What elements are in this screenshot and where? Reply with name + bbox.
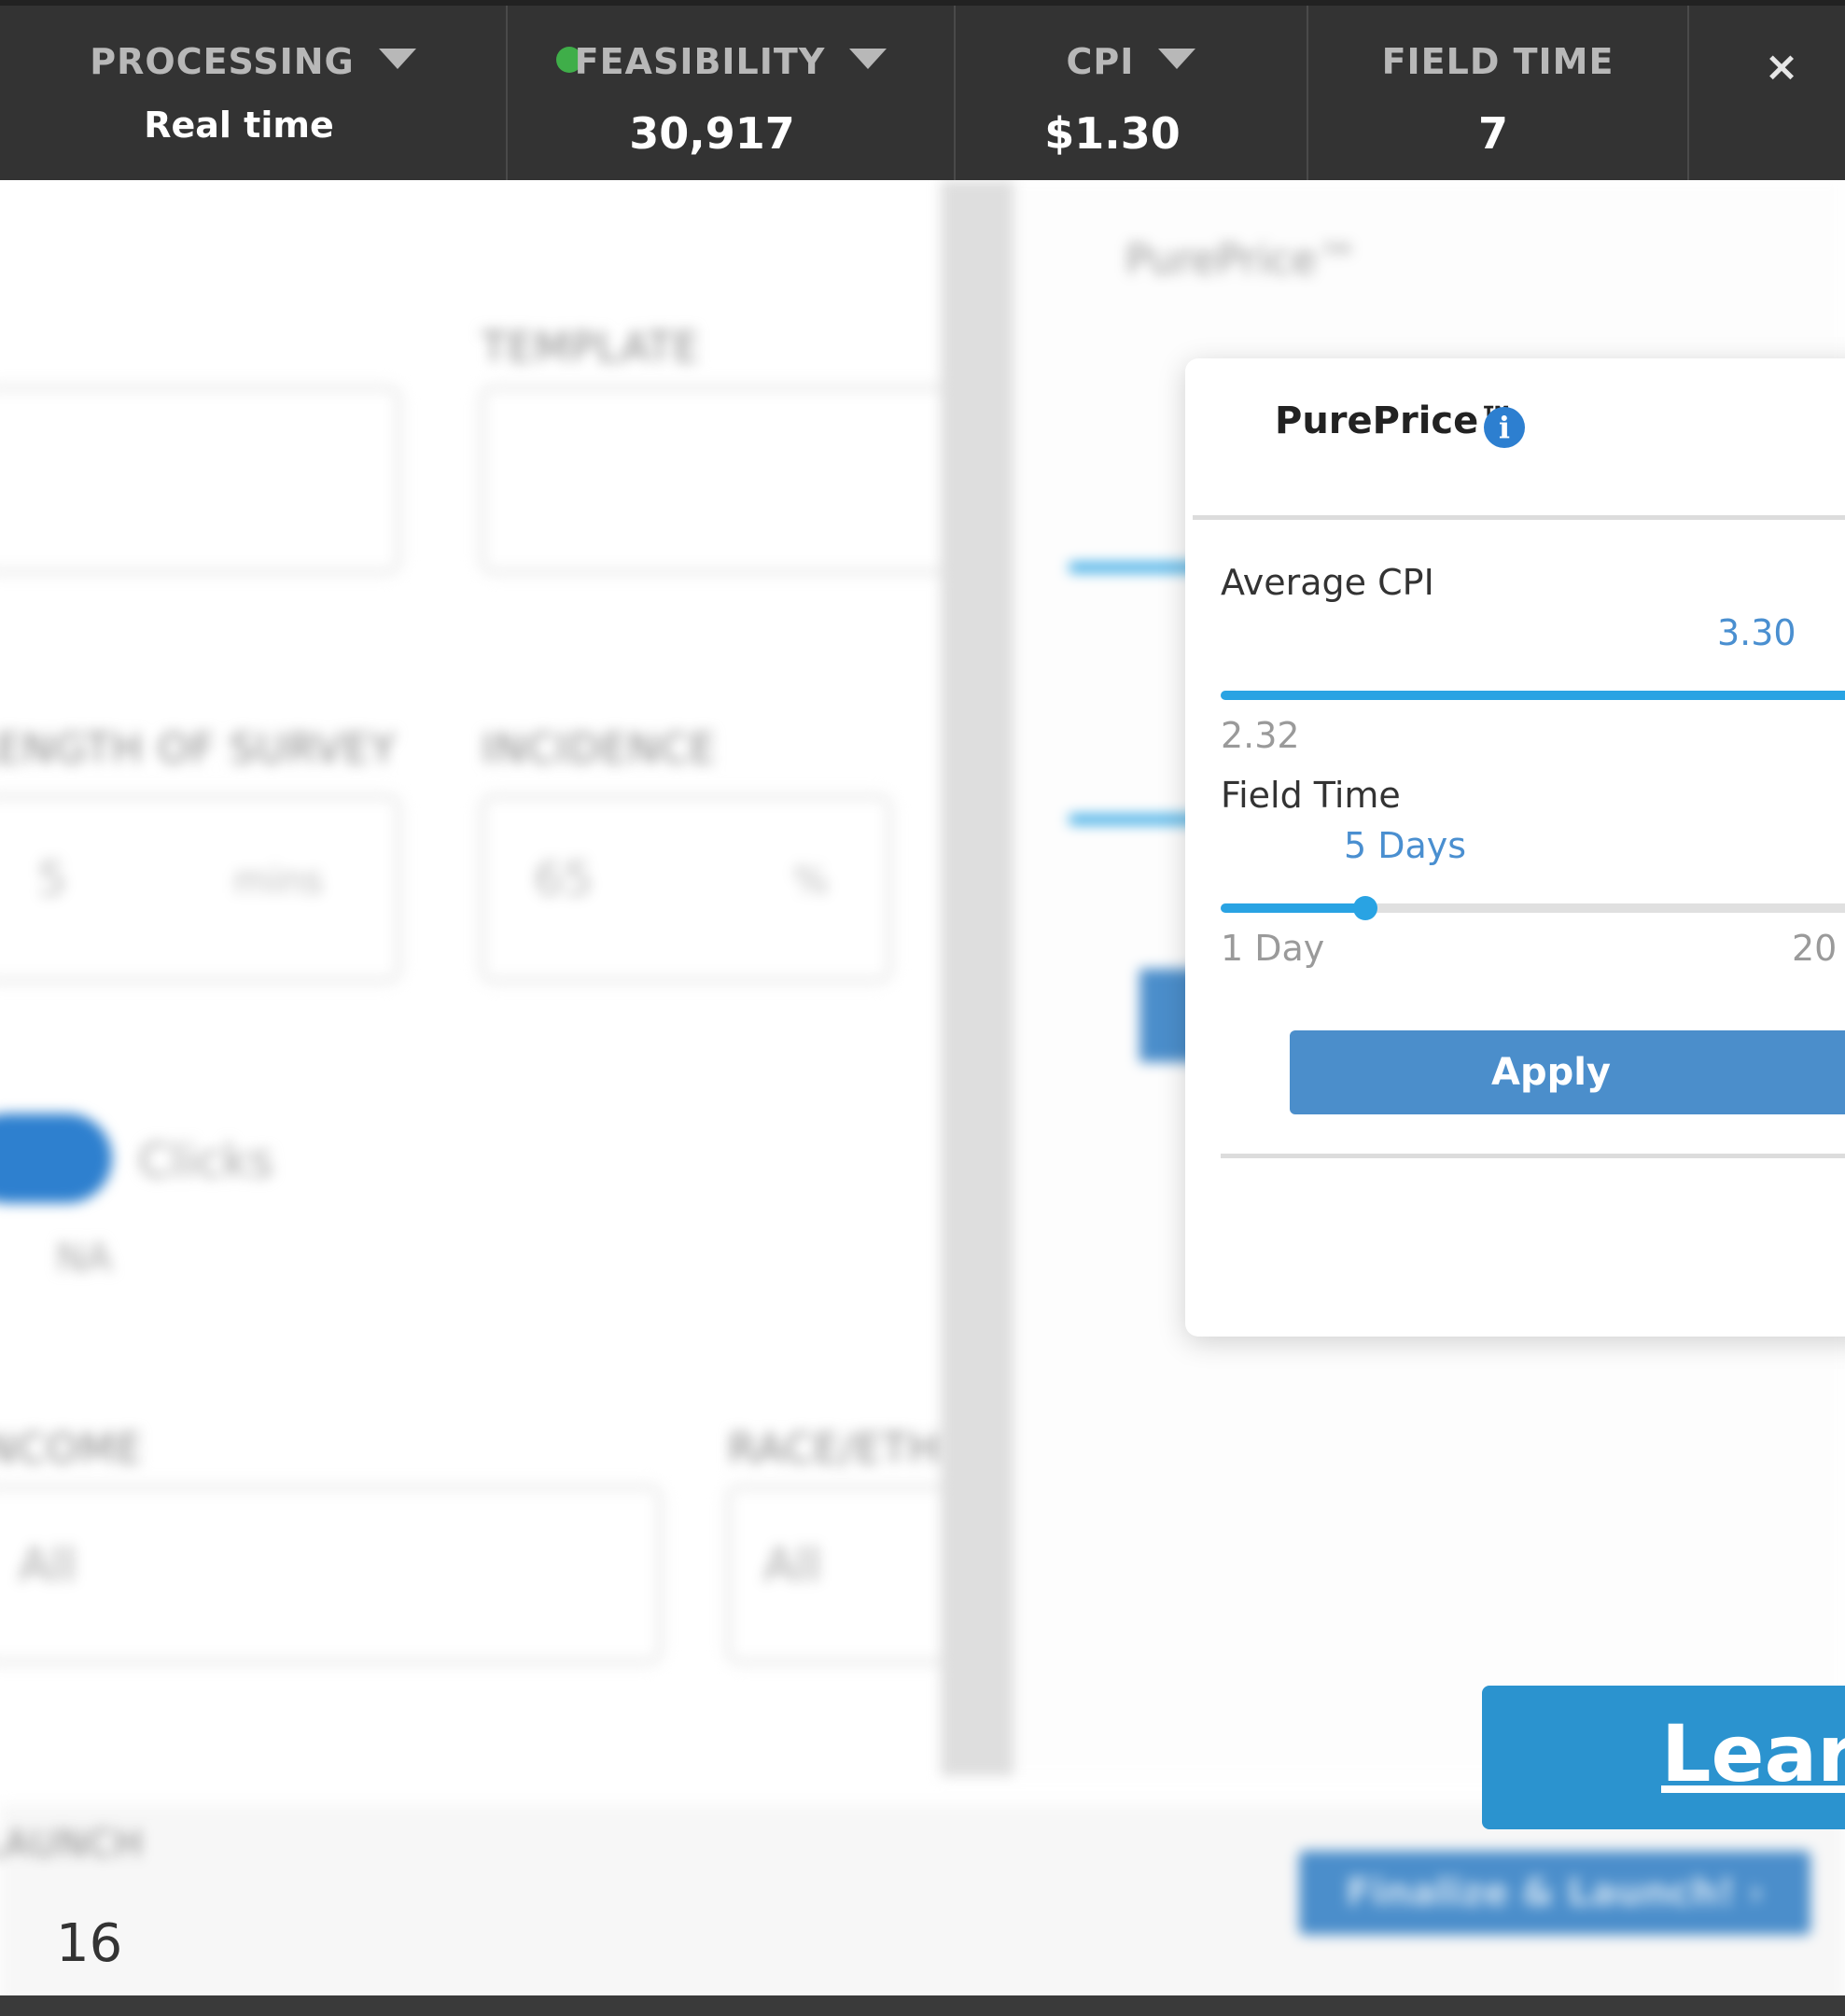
income-value: All	[19, 1538, 77, 1592]
average-cpi-min: 2.32	[1221, 715, 1300, 756]
feasibility-label-row: FEASIBILITY	[508, 41, 954, 82]
clicks-label: Clicks	[138, 1134, 274, 1188]
feasibility-metric[interactable]: FEASIBILITY 30,917	[508, 6, 956, 180]
length-value: 5	[37, 852, 67, 906]
field-time-slider[interactable]	[1221, 896, 1845, 920]
race-label: RACE/ETHN	[728, 1425, 972, 1473]
processing-label-row: PROCESSING	[0, 41, 506, 82]
processing-label: PROCESSING	[90, 41, 355, 82]
income-label: INCOME	[0, 1425, 144, 1473]
average-cpi-slider[interactable]	[1221, 691, 1845, 700]
launch-label: LAUNCH	[0, 1823, 144, 1866]
cpi-label: CPI	[1066, 41, 1135, 82]
blurred-field-1	[0, 387, 399, 572]
popup-header-divider	[1193, 515, 1845, 520]
length-label: LENGTH OF SURVEY	[0, 725, 397, 773]
race-value: All	[763, 1538, 821, 1592]
apply-button[interactable]: Apply	[1290, 1030, 1845, 1114]
clicks-toggle	[0, 1113, 112, 1203]
incidence-value: 65	[534, 852, 594, 906]
field-time-value: 7	[1477, 108, 1508, 159]
metrics-bar: PROCESSING Real time FEASIBILITY 30,917 …	[0, 0, 1845, 180]
pane-title: PurePrice™	[1125, 236, 1359, 284]
length-unit: mins	[233, 860, 324, 903]
income-field	[0, 1487, 661, 1662]
processing-metric[interactable]: PROCESSING Real time	[0, 6, 508, 180]
template-label: TEMPLATE	[482, 324, 701, 371]
field-time-label: Field Time	[1221, 775, 1401, 816]
field-time-metric[interactable]: FIELD TIME 7	[1308, 6, 1689, 180]
average-cpi-slider-fill	[1221, 691, 1845, 700]
field-time-max: 20 Days	[1792, 928, 1845, 969]
chevron-down-icon[interactable]	[849, 48, 888, 69]
cpi-metric[interactable]: CPI $1.30	[956, 6, 1308, 180]
chevron-down-icon[interactable]	[1158, 48, 1196, 69]
divider-strip	[941, 180, 1013, 1776]
finalize-launch-button: Finalize & Launch! ›	[1299, 1851, 1810, 1935]
incidence-unit: %	[793, 860, 830, 903]
page: TEMPLATE LENGTH OF SURVEY 5 mins INCIDEN…	[0, 0, 1845, 2016]
pureprice-popup: PurePrice™ i Average CPI 3.30 2.32 Field…	[1185, 358, 1845, 1337]
average-cpi-current: 3.30	[1717, 612, 1796, 653]
field-time-label: FIELD TIME	[1381, 41, 1614, 82]
chevron-down-icon[interactable]	[378, 48, 416, 69]
field-time-slider-handle[interactable]	[1353, 896, 1377, 920]
cpi-value: $1.30	[1044, 108, 1181, 159]
field-time-current: 5 Days	[1344, 825, 1467, 866]
learn-more-label: Learn more	[1661, 1708, 1845, 1799]
page-number: 16	[56, 1913, 123, 1974]
cpi-label-row: CPI	[956, 41, 1307, 82]
popup-footer-divider	[1221, 1154, 1845, 1158]
incidence-label: INCIDENCE	[482, 725, 717, 773]
processing-value: Real time	[144, 105, 334, 146]
feasibility-label: FEASIBILITY	[574, 41, 826, 82]
bottom-bar	[0, 1995, 1845, 2016]
field-time-min: 1 Day	[1221, 928, 1325, 969]
feasibility-value: 30,917	[629, 108, 795, 159]
na-label: NA	[56, 1235, 113, 1281]
popup-title: PurePrice™	[1275, 399, 1517, 442]
template-field	[482, 387, 974, 572]
field-time-slider-fill	[1221, 903, 1365, 913]
average-cpi-label: Average CPI	[1221, 562, 1434, 603]
info-icon[interactable]: i	[1484, 407, 1525, 448]
close-icon[interactable]: ×	[1754, 39, 1810, 95]
learn-more-button[interactable]: Learn more	[1482, 1686, 1845, 1829]
